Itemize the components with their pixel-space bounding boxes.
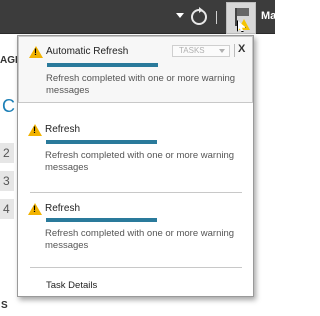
divider xyxy=(30,192,242,193)
notification-title: Refresh xyxy=(45,203,81,214)
notification-title: Automatic Refresh xyxy=(46,46,129,57)
progress-bar xyxy=(46,218,157,222)
notification-title: Refresh xyxy=(45,124,81,135)
step-number: 2 xyxy=(0,143,14,163)
notifications-popup: Automatic Refresh TASKS X Refresh comple… xyxy=(17,35,254,297)
toolbar-separator xyxy=(216,11,217,24)
notification-item[interactable]: Automatic Refresh TASKS X Refresh comple… xyxy=(18,36,253,103)
chevron-down-icon xyxy=(219,49,225,53)
dropdown-caret-icon[interactable] xyxy=(176,13,184,18)
notification-message: Refresh completed with one or more warni… xyxy=(45,228,235,251)
user-menu-label[interactable]: Ma xyxy=(261,10,276,22)
progress-bar xyxy=(47,63,158,67)
notification-message: Refresh completed with one or more warni… xyxy=(46,73,236,96)
progress-bar xyxy=(46,140,157,144)
notification-message: Refresh completed with one or more warni… xyxy=(45,150,235,173)
refresh-icon[interactable] xyxy=(191,7,207,25)
step-number: 3 xyxy=(0,171,14,191)
notification-item[interactable]: Refresh Refresh completed with one or mo… xyxy=(18,120,253,190)
warning-icon xyxy=(28,124,42,136)
top-toolbar: Ma xyxy=(0,0,276,34)
task-details-link[interactable]: Task Details xyxy=(46,280,97,291)
flag-icon xyxy=(237,8,249,16)
close-separator xyxy=(234,44,235,57)
warning-icon xyxy=(28,203,42,215)
window: Ma AGE C 2 3 4 S Automatic Refresh TASKS… xyxy=(0,0,276,316)
bottom-section-heading: S xyxy=(1,300,8,311)
divider xyxy=(30,267,242,268)
welcome-heading-fragment: C xyxy=(2,96,15,116)
step-number: 4 xyxy=(0,199,14,219)
close-button[interactable]: X xyxy=(238,43,245,55)
tasks-dropdown-label: TASKS xyxy=(179,46,205,55)
warning-icon xyxy=(29,46,43,58)
tasks-dropdown[interactable]: TASKS xyxy=(172,45,230,57)
notification-item[interactable]: Refresh Refresh completed with one or mo… xyxy=(18,199,253,269)
